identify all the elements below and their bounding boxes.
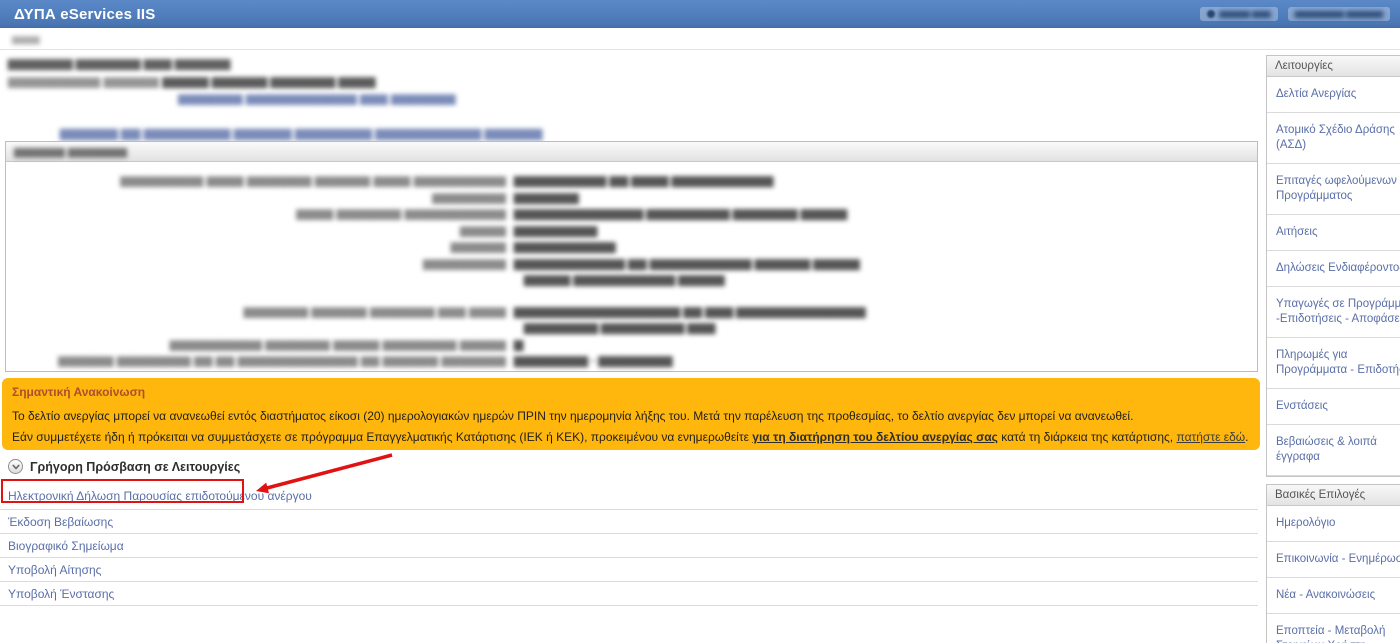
info-row: ▆▆▆▆▆ ▆▆▆▆▆▆▆▆▆ bbox=[6, 223, 1257, 239]
quick-access-title: Γρήγορη Πρόσβαση σε Λειτουργίες bbox=[30, 460, 240, 474]
user-id-row: ▆▆▆▆▆▆▆▆▆▆ ▆▆▆▆▆▆ ▆▆▆▆▆ ▆▆▆▆▆▆ ▆▆▆▆▆▆▆ ▆… bbox=[8, 74, 1262, 88]
announcement-line2-mid: κατά τη διάρκεια της κατάρτισης, bbox=[998, 430, 1177, 444]
info-label: ▆▆▆▆▆▆▆ ▆▆▆▆▆▆ ▆▆▆▆▆▆▆ ▆▆▆ ▆▆▆▆ bbox=[6, 304, 506, 320]
topbar-logout-button[interactable]: ▆▆▆▆▆▆▆▆ ▆▆▆▆▆▆ bbox=[1288, 7, 1390, 21]
quick-access-list: Ηλεκτρονική Δήλωση Παρουσίας επιδοτούμεν… bbox=[0, 480, 1258, 606]
info-row: ▆▆▆▆▆▆▆ ▆▆▆▆▆▆ ▆▆▆▆▆▆▆ ▆▆▆ ▆▆▆▆ ▆▆▆▆▆▆▆▆… bbox=[6, 304, 1257, 320]
info-label bbox=[6, 320, 506, 336]
info-value: ▆▆▆▆▆▆▆▆▆▆ ▆▆ ▆▆▆▆ ▆▆▆▆▆▆▆▆▆▆▆ bbox=[514, 173, 773, 189]
topbar-logout-label: ▆▆▆▆▆▆▆▆ ▆▆▆▆▆▆ bbox=[1295, 10, 1383, 18]
info-row: ▆▆▆▆ ▆▆▆▆▆▆▆ ▆▆▆▆▆▆▆▆▆▆▆ ▆▆▆▆▆▆▆▆▆▆▆▆▆▆ … bbox=[6, 206, 1257, 222]
info-label: ▆▆▆▆▆ bbox=[6, 223, 506, 239]
info-value: ▆▆▆▆▆▆▆▆▆▆▆▆ ▆▆ ▆▆▆▆▆▆▆▆▆▆▆ ▆▆▆▆▆▆ ▆▆▆▆▆ bbox=[514, 256, 860, 272]
info-value: ▆▆▆▆▆▆▆ bbox=[514, 190, 579, 206]
info-value: ▆▆▆▆▆▆▆▆▆▆▆▆▆▆▆▆▆▆ ▆▆ ▆▆▆ ▆▆▆▆▆▆▆▆▆▆▆▆▆▆ bbox=[514, 304, 865, 320]
user-id-label: ▆▆▆▆▆▆▆▆▆▆ ▆▆▆▆▆▆ bbox=[8, 74, 159, 88]
sidebar: Λειτουργίες Δελτία Ανεργίας Ατομικό Σχέδ… bbox=[1266, 55, 1400, 643]
sidebar-item-program-inclusions[interactable]: Υπαγωγές σε Προγράμματα -Επιδοτήσεις - Α… bbox=[1267, 287, 1400, 338]
info-row: ▆▆▆▆▆▆▆▆▆ ▆▆▆▆▆▆▆▆▆▆▆▆ ▆▆ ▆▆▆▆▆▆▆▆▆▆▆ ▆▆… bbox=[6, 256, 1257, 272]
announcement-line1: Το δελτίο ανεργίας μπορεί να ανανεωθεί ε… bbox=[12, 406, 1248, 427]
sidebar-item-action-plan[interactable]: Ατομικό Σχέδιο Δράσης (ΑΣΔ) bbox=[1267, 113, 1400, 164]
sidebar-item-program-payments[interactable]: Πληρωμές για Προγράμματα - Επιδοτήσεις bbox=[1267, 338, 1400, 389]
info-value: ▆▆▆▆▆▆▆▆▆▆▆ bbox=[514, 239, 616, 255]
announcement-line2-prefix: Εάν συμμετέχετε ήδη ή πρόκειται να συμμε… bbox=[12, 430, 752, 444]
sidebar-section-basic-options: Βασικές Επιλογές Ημερολόγιο Επικοινωνία … bbox=[1266, 484, 1400, 643]
basic-info-header: ▆▆▆▆▆▆ ▆▆▆▆▆▆▆ bbox=[6, 142, 1257, 162]
quick-link-submit-objection[interactable]: Υποβολή Ένστασης bbox=[0, 582, 1258, 606]
sidebar-item-interest-declarations[interactable]: Δηλώσεις Ενδιαφέροντος bbox=[1267, 251, 1400, 287]
basic-info-panel: ▆▆▆▆▆▆ ▆▆▆▆▆▆▆ ▆▆▆▆▆▆▆▆▆ ▆▆▆▆ ▆▆▆▆▆▆▆ ▆▆… bbox=[5, 141, 1258, 372]
quick-link-certificate-issue[interactable]: Έκδοση Βεβαίωσης bbox=[0, 510, 1258, 534]
sidebar-item-news-announcements[interactable]: Νέα - Ανακοινώσεις bbox=[1267, 578, 1400, 614]
quick-link-cv[interactable]: Βιογραφικό Σημείωμα bbox=[0, 534, 1258, 558]
sidebar-section-functions: Λειτουργίες Δελτία Ανεργίας Ατομικό Σχέδ… bbox=[1266, 55, 1400, 477]
sidebar-item-calendar[interactable]: Ημερολόγιο bbox=[1267, 506, 1400, 542]
sidebar-item-user-profile[interactable]: Εποπτεία - Μεταβολή Στοιχείων Χρήστη bbox=[1267, 614, 1400, 643]
sidebar-item-communication[interactable]: Επικοινωνία - Ενημέρωση bbox=[1267, 542, 1400, 578]
info-label: ▆▆▆▆▆▆ bbox=[6, 239, 506, 255]
info-value: ▆▆▆▆▆▆▆▆ ▆▆▆▆▆▆▆▆▆ ▆▆▆ bbox=[524, 320, 715, 336]
info-label: ▆▆▆▆▆▆▆▆ bbox=[6, 190, 506, 206]
announcement-line2: Εάν συμμετέχετε ήδη ή πρόκειται να συμμε… bbox=[12, 427, 1248, 448]
info-label: ▆▆▆▆▆▆ ▆▆▆▆▆▆▆▆ ▆▆ ▆▆ ▆▆▆▆▆▆▆▆▆▆▆▆▆ ▆▆ ▆… bbox=[6, 353, 506, 369]
info-row: ▆▆▆▆▆▆▆▆ ▆▆▆▆▆▆▆▆▆ ▆▆▆ bbox=[6, 320, 1257, 336]
main-content: ▆▆▆▆▆▆▆ ▆▆▆▆▆▆▆ ▆▆▆ ▆▆▆▆▆▆ ▆▆▆▆▆▆▆▆▆▆ ▆▆… bbox=[0, 0, 1262, 643]
info-value: ▆▆▆▆▆▆▆▆▆▆▆▆▆▆ ▆▆▆▆▆▆▆▆▆ ▆▆▆▆▆▆▆ ▆▆▆▆▆ bbox=[514, 206, 847, 222]
user-fullname: ▆▆▆▆▆▆▆ ▆▆▆▆▆▆▆ ▆▆▆ ▆▆▆▆▆▆ bbox=[8, 56, 1262, 70]
sidebar-item-beneficiary-vouchers[interactable]: Επιταγές ωφελούμενων Προγράμματος bbox=[1267, 164, 1400, 215]
info-label: ▆▆▆▆▆▆▆▆▆ bbox=[6, 256, 506, 272]
basic-info-body: ▆▆▆▆▆▆▆▆▆ ▆▆▆▆ ▆▆▆▆▆▆▆ ▆▆▆▆▆▆ ▆▆▆▆ ▆▆▆▆▆… bbox=[6, 162, 1257, 369]
chevron-down-icon[interactable] bbox=[8, 459, 23, 474]
user-summary: ▆▆▆▆▆▆▆ ▆▆▆▆▆▆▆ ▆▆▆ ▆▆▆▆▆▆ ▆▆▆▆▆▆▆▆▆▆ ▆▆… bbox=[0, 54, 1262, 140]
info-row: ▆▆▆▆▆▆▆▆▆▆ ▆▆▆▆▆▆▆ ▆▆▆▆▆ ▆▆▆▆▆▆▆▆ ▆▆▆▆▆ … bbox=[6, 337, 1257, 353]
instructions-link[interactable]: ▆▆▆▆▆▆ ▆▆ ▆▆▆▆▆▆▆▆▆ ▆▆▆▆▆▆ ▆▆▆▆▆▆▆▆ ▆▆▆▆… bbox=[60, 125, 1262, 140]
quick-access-header: Γρήγορη Πρόσβαση σε Λειτουργίες bbox=[0, 457, 1258, 480]
announcement-banner: Σημαντική Ανακοίνωση Το δελτίο ανεργίας … bbox=[2, 378, 1260, 450]
quick-link-submit-application[interactable]: Υποβολή Αίτησης bbox=[0, 558, 1258, 582]
sidebar-header-basic-options: Βασικές Επιλογές bbox=[1267, 485, 1400, 506]
info-row: ▆▆▆▆▆▆ ▆▆▆▆▆▆▆▆▆▆▆ bbox=[6, 239, 1257, 255]
info-label bbox=[6, 272, 506, 288]
info-value: ▆▆▆▆▆▆▆▆▆ bbox=[514, 223, 597, 239]
info-value: ▆▆▆▆▆ ▆▆▆▆▆▆▆▆▆▆▆ ▆▆▆▆▆ bbox=[524, 272, 724, 288]
sidebar-header-functions: Λειτουργίες bbox=[1267, 56, 1400, 77]
info-value: ▆ bbox=[514, 337, 523, 353]
announcement-title: Σημαντική Ανακοίνωση bbox=[12, 385, 1248, 399]
card-retention-link[interactable]: για τη διατήρηση του δελτίου ανεργίας σα… bbox=[752, 430, 998, 444]
sidebar-item-certificates-documents[interactable]: Βεβαιώσεις & λοιπά έγγραφα bbox=[1267, 425, 1400, 476]
quick-link-presence-declaration[interactable]: Ηλεκτρονική Δήλωση Παρουσίας επιδοτούμεν… bbox=[0, 480, 1258, 510]
sidebar-item-unemployment-cards[interactable]: Δελτία Ανεργίας bbox=[1267, 77, 1400, 113]
info-label: ▆▆▆▆ ▆▆▆▆▆▆▆ ▆▆▆▆▆▆▆▆▆▆▆ bbox=[6, 206, 506, 222]
info-row: ▆▆▆▆▆▆ ▆▆▆▆▆▆▆▆ ▆▆ ▆▆ ▆▆▆▆▆▆▆▆▆▆▆▆▆ ▆▆ ▆… bbox=[6, 353, 1257, 369]
page: ΔΥΠΑ eServices IIS ▆▆▆▆▆ ▆▆▆ ▆▆▆▆▆▆▆▆ ▆▆… bbox=[0, 0, 1400, 643]
sidebar-item-applications[interactable]: Αιτήσεις bbox=[1267, 215, 1400, 251]
sidebar-item-objections[interactable]: Ενστάσεις bbox=[1267, 389, 1400, 425]
info-value: ▆▆▆▆▆▆▆▆ - ▆▆▆▆▆▆▆▆ bbox=[514, 353, 672, 369]
info-label: ▆▆▆▆▆▆▆▆▆ ▆▆▆▆ ▆▆▆▆▆▆▆ ▆▆▆▆▆▆ ▆▆▆▆ ▆▆▆▆▆… bbox=[6, 173, 506, 189]
basic-info-title: ▆▆▆▆▆▆ ▆▆▆▆▆▆▆ bbox=[14, 146, 127, 158]
info-row: ▆▆▆▆▆▆▆▆ ▆▆▆▆▆▆▆ bbox=[6, 190, 1257, 206]
user-id-value: ▆▆▆▆▆ ▆▆▆▆▆▆ ▆▆▆▆▆▆▆ ▆▆▆▆ bbox=[162, 74, 375, 88]
quick-access-section: Γρήγορη Πρόσβαση σε Λειτουργίες Ηλεκτρον… bbox=[0, 457, 1258, 606]
info-row: ▆▆▆▆▆ ▆▆▆▆▆▆▆▆▆▆▆ ▆▆▆▆▆ bbox=[6, 272, 1257, 288]
announcement-line2-suffix: . bbox=[1245, 430, 1248, 444]
info-row: ▆▆▆▆▆▆▆▆▆ ▆▆▆▆ ▆▆▆▆▆▆▆ ▆▆▆▆▆▆ ▆▆▆▆ ▆▆▆▆▆… bbox=[6, 173, 1257, 189]
info-label: ▆▆▆▆▆▆▆▆▆▆ ▆▆▆▆▆▆▆ ▆▆▆▆▆ ▆▆▆▆▆▆▆▆ ▆▆▆▆▆ bbox=[6, 337, 506, 353]
profile-link[interactable]: ▆▆▆▆▆▆▆ ▆▆▆▆▆▆▆▆▆▆▆▆ ▆▆▆ ▆▆▆▆▆▆▆ bbox=[178, 91, 1262, 105]
press-here-link[interactable]: πατήστε εδώ bbox=[1176, 430, 1245, 444]
